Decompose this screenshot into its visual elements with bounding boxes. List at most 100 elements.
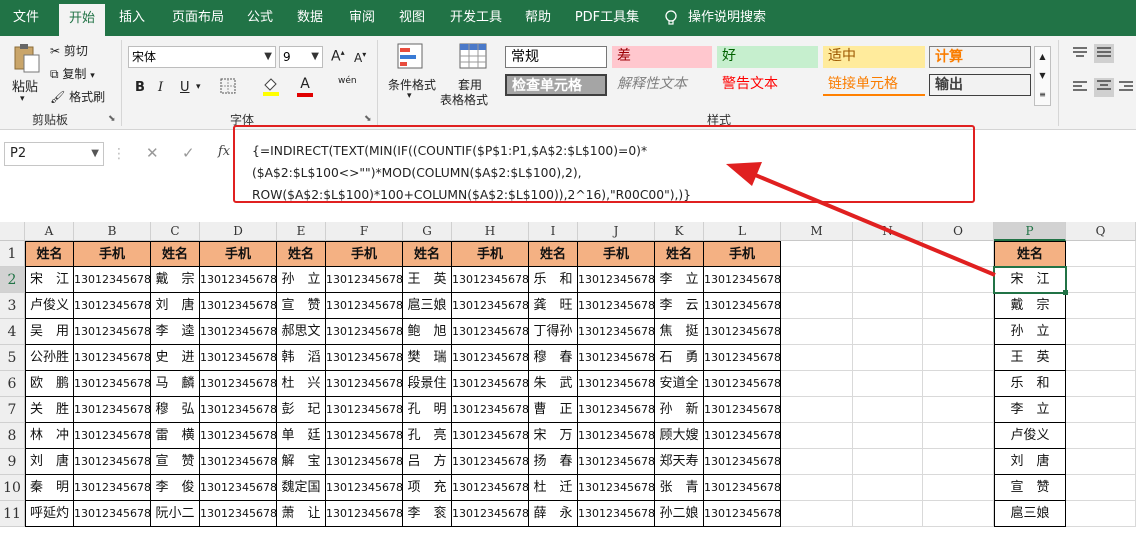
cell[interactable] <box>781 397 853 423</box>
phone-cell[interactable]: 13012345678 <box>200 501 277 527</box>
cut-button[interactable]: ✂ 剪切 <box>50 42 88 59</box>
name-cell[interactable]: 史 进 <box>151 345 200 371</box>
conditional-format-icon[interactable] <box>396 42 426 75</box>
table-format-label-2[interactable]: 表格格式 <box>440 91 488 108</box>
column-header-c[interactable]: C <box>151 222 200 241</box>
align-center-icon[interactable] <box>1094 78 1114 97</box>
phone-cell[interactable]: 13012345678 <box>74 449 151 475</box>
tab-developer[interactable]: 开发工具 <box>442 0 510 36</box>
name-cell[interactable]: 李 俊 <box>151 475 200 501</box>
p-result-cell[interactable]: 卢俊义 <box>994 423 1066 449</box>
style-bad[interactable]: 差 <box>612 46 712 68</box>
name-cell[interactable]: 杜 兴 <box>277 371 326 397</box>
cell[interactable] <box>1066 501 1136 527</box>
style-neutral[interactable]: 适中 <box>823 46 925 68</box>
style-check-cell[interactable]: 检查单元格 <box>505 74 607 96</box>
phone-cell[interactable]: 13012345678 <box>200 397 277 423</box>
row-header-3[interactable]: 3 <box>0 293 25 319</box>
phone-cell[interactable]: 13012345678 <box>452 293 529 319</box>
name-cell[interactable]: 刘 唐 <box>151 293 200 319</box>
row-header-6[interactable]: 6 <box>0 371 25 397</box>
phone-cell[interactable]: 13012345678 <box>74 501 151 527</box>
style-calculation[interactable]: 计算 <box>929 46 1031 68</box>
cell[interactable] <box>1066 241 1136 267</box>
phone-cell[interactable]: 13012345678 <box>704 267 781 293</box>
column-header-h[interactable]: H <box>452 222 529 241</box>
phone-cell[interactable]: 13012345678 <box>578 397 655 423</box>
conditional-format-button[interactable]: 条件格式 <box>388 76 436 93</box>
header-name-cell[interactable]: 姓名 <box>25 241 74 267</box>
italic-button[interactable]: I <box>158 80 163 95</box>
cell[interactable] <box>923 371 994 397</box>
select-all-corner[interactable] <box>0 222 25 241</box>
name-cell[interactable]: 扈三娘 <box>403 293 452 319</box>
phone-cell[interactable]: 13012345678 <box>578 475 655 501</box>
style-output[interactable]: 输出 <box>929 74 1031 96</box>
name-cell[interactable]: 曹 正 <box>529 397 578 423</box>
column-header-o[interactable]: O <box>923 222 994 241</box>
name-cell[interactable]: 杜 迁 <box>529 475 578 501</box>
cell[interactable] <box>853 345 923 371</box>
p-result-cell[interactable]: 刘 唐 <box>994 449 1066 475</box>
cell[interactable] <box>1066 423 1136 449</box>
header-name-cell[interactable]: 姓名 <box>277 241 326 267</box>
column-header-f[interactable]: F <box>326 222 403 241</box>
row-header-9[interactable]: 9 <box>0 449 25 475</box>
cell[interactable] <box>923 319 994 345</box>
name-cell[interactable]: 魏定国 <box>277 475 326 501</box>
grow-font-button[interactable]: A▴ <box>331 48 345 65</box>
phone-cell[interactable]: 13012345678 <box>578 293 655 319</box>
header-phone-cell[interactable]: 手机 <box>704 241 781 267</box>
name-cell[interactable]: 刘 唐 <box>25 449 74 475</box>
phone-cell[interactable]: 13012345678 <box>578 423 655 449</box>
p-result-cell[interactable]: 扈三娘 <box>994 501 1066 527</box>
phone-cell[interactable]: 13012345678 <box>704 293 781 319</box>
fill-handle[interactable] <box>1063 290 1068 295</box>
column-header-p[interactable]: P <box>994 222 1066 241</box>
tab-view[interactable]: 视图 <box>390 0 434 36</box>
format-painter-button[interactable]: 🖌 格式刷 <box>50 88 105 105</box>
column-header-b[interactable]: B <box>74 222 151 241</box>
name-cell[interactable]: 李 逵 <box>151 319 200 345</box>
phone-cell[interactable]: 13012345678 <box>704 449 781 475</box>
phone-cell[interactable]: 13012345678 <box>452 423 529 449</box>
header-phone-cell[interactable]: 手机 <box>578 241 655 267</box>
enter-icon[interactable]: ✓ <box>182 144 195 162</box>
header-name-cell[interactable]: 姓名 <box>151 241 200 267</box>
column-header-a[interactable]: A <box>25 222 74 241</box>
name-cell[interactable]: 公孙胜 <box>25 345 74 371</box>
phone-cell[interactable]: 13012345678 <box>452 475 529 501</box>
phone-cell[interactable]: 13012345678 <box>326 475 403 501</box>
tab-page-layout[interactable]: 页面布局 <box>162 0 234 36</box>
cell[interactable] <box>853 241 923 267</box>
name-cell[interactable]: 韩 滔 <box>277 345 326 371</box>
column-header-d[interactable]: D <box>200 222 277 241</box>
cell[interactable] <box>781 345 853 371</box>
style-warning[interactable]: 警告文本 <box>717 74 818 96</box>
style-linked-cell[interactable]: 链接单元格 <box>823 74 925 96</box>
phone-cell[interactable]: 13012345678 <box>200 371 277 397</box>
phone-cell[interactable]: 13012345678 <box>326 501 403 527</box>
cell[interactable] <box>1066 475 1136 501</box>
name-cell[interactable]: 石 勇 <box>655 345 704 371</box>
tab-pdf-tools[interactable]: PDF工具集 <box>570 0 644 36</box>
phone-cell[interactable]: 13012345678 <box>578 319 655 345</box>
name-cell[interactable]: 戴 宗 <box>151 267 200 293</box>
name-cell[interactable]: 薛 永 <box>529 501 578 527</box>
row-header-8[interactable]: 8 <box>0 423 25 449</box>
phone-cell[interactable]: 13012345678 <box>704 397 781 423</box>
cell[interactable] <box>923 293 994 319</box>
row-header-10[interactable]: 10 <box>0 475 25 501</box>
phone-cell[interactable]: 13012345678 <box>578 501 655 527</box>
name-cell[interactable]: 孙二娘 <box>655 501 704 527</box>
header-name-cell[interactable]: 姓名 <box>655 241 704 267</box>
name-cell[interactable]: 扬 春 <box>529 449 578 475</box>
header-phone-cell[interactable]: 手机 <box>74 241 151 267</box>
phone-cell[interactable]: 13012345678 <box>200 345 277 371</box>
style-normal[interactable]: 常规 <box>505 46 607 68</box>
name-cell[interactable]: 阮小二 <box>151 501 200 527</box>
insert-function-icon[interactable]: fx <box>218 144 230 159</box>
align-right-icon[interactable] <box>1118 80 1134 97</box>
phone-cell[interactable]: 13012345678 <box>326 267 403 293</box>
underline-button[interactable]: U <box>180 80 190 95</box>
